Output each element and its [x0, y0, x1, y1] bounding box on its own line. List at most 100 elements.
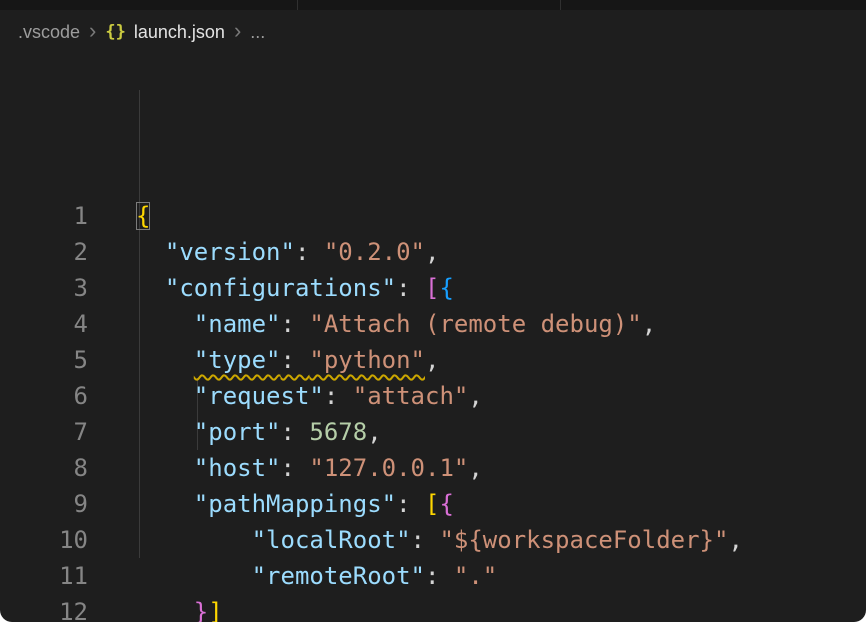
- json-braces-icon: {}: [105, 22, 125, 42]
- code-line-content: "remoteRoot": ".": [136, 558, 497, 594]
- breadcrumb-symbol-more[interactable]: ...: [250, 22, 265, 43]
- line-number[interactable]: 6: [0, 378, 88, 414]
- token-str: ".": [454, 562, 497, 590]
- code-line-content: "type": "python",: [136, 342, 439, 378]
- line-number[interactable]: 4: [0, 306, 88, 342]
- code-line-content: "port": 5678,: [136, 414, 382, 450]
- token-punct: ,: [367, 418, 381, 446]
- line-number[interactable]: 10: [0, 522, 88, 558]
- code-line-content: {: [136, 198, 150, 234]
- token-b1: ]: [208, 598, 222, 622]
- token-b3: {: [439, 274, 453, 302]
- breadcrumb-file[interactable]: launch.json: [134, 22, 225, 43]
- token-b1: {: [136, 202, 150, 230]
- token-sp: [136, 346, 194, 374]
- code-line[interactable]: 7 "port": 5678,: [0, 414, 866, 450]
- code-lines: 1{2 "version": "0.2.0",3 "configurations…: [0, 198, 866, 622]
- token-key: "request": [194, 382, 324, 410]
- chevron-right-icon: ›: [89, 20, 96, 42]
- token-str: "Attach (remote debug)": [309, 310, 641, 338]
- token-key: "remoteRoot": [252, 562, 425, 590]
- code-line[interactable]: 9 "pathMappings": [{: [0, 486, 866, 522]
- tab-bar: [0, 0, 866, 10]
- line-number[interactable]: 7: [0, 414, 88, 450]
- token-str: "0.2.0": [324, 238, 425, 266]
- line-number[interactable]: 9: [0, 486, 88, 522]
- token-punct: :: [281, 418, 310, 446]
- token-sp: [136, 310, 194, 338]
- token-sp: [136, 382, 194, 410]
- token-key: "pathMappings": [194, 490, 396, 518]
- code-line-content: }]: [136, 594, 223, 622]
- token-sp: [136, 238, 165, 266]
- token-punct: :: [425, 562, 454, 590]
- code-line[interactable]: 10 "localRoot": "${workspaceFolder}",: [0, 522, 866, 558]
- breadcrumb-folder[interactable]: .vscode: [18, 22, 80, 43]
- token-sp: [136, 598, 194, 622]
- token-str: "${workspaceFolder}": [439, 526, 728, 554]
- token-punct: :: [281, 310, 310, 338]
- token-punct: :: [324, 382, 353, 410]
- token-sp: [136, 526, 252, 554]
- token-str: "attach": [353, 382, 469, 410]
- code-line[interactable]: 6 "request": "attach",: [0, 378, 866, 414]
- line-number[interactable]: 12: [0, 594, 88, 622]
- token-punct: :: [295, 238, 324, 266]
- token-key: "host": [194, 454, 281, 482]
- token-sp: [136, 418, 194, 446]
- code-line[interactable]: 2 "version": "0.2.0",: [0, 234, 866, 270]
- token-b2: [: [425, 274, 439, 302]
- token-b1: [: [425, 490, 439, 518]
- line-number[interactable]: 5: [0, 342, 88, 378]
- token-punct: :: [281, 454, 310, 482]
- tab-separator: [560, 0, 561, 10]
- line-number[interactable]: 1: [0, 198, 88, 234]
- code-line-content: "name": "Attach (remote debug)",: [136, 306, 656, 342]
- token-punct: ,: [468, 382, 482, 410]
- code-line[interactable]: 8 "host": "127.0.0.1",: [0, 450, 866, 486]
- token-key: "name": [194, 310, 281, 338]
- code-line-content: "version": "0.2.0",: [136, 234, 439, 270]
- token-key: "type": [194, 346, 281, 374]
- token-punct: ,: [425, 238, 439, 266]
- token-punct: ,: [425, 346, 439, 374]
- token-sp: [136, 454, 194, 482]
- code-editor[interactable]: 1{2 "version": "0.2.0",3 "configurations…: [0, 54, 866, 622]
- token-punct: :: [396, 490, 425, 518]
- code-line[interactable]: 5 "type": "python",: [0, 342, 866, 378]
- token-punct: :: [411, 526, 440, 554]
- code-line[interactable]: 4 "name": "Attach (remote debug)",: [0, 306, 866, 342]
- code-line[interactable]: 3 "configurations": [{: [0, 270, 866, 306]
- code-line-content: "configurations": [{: [136, 270, 454, 306]
- token-punct: :: [396, 274, 425, 302]
- code-line[interactable]: 12 }]: [0, 594, 866, 622]
- breadcrumb: .vscode › {} launch.json › ...: [0, 10, 866, 54]
- token-num: 5678: [309, 418, 367, 446]
- token-sp: [136, 274, 165, 302]
- code-line-content: "request": "attach",: [136, 378, 483, 414]
- token-sp: [136, 562, 252, 590]
- tab-separator: [297, 0, 298, 10]
- code-line[interactable]: 11 "remoteRoot": ".": [0, 558, 866, 594]
- token-punct: ,: [468, 454, 482, 482]
- line-number[interactable]: 8: [0, 450, 88, 486]
- vscode-editor-window: .vscode › {} launch.json › ... 1{2 "vers…: [0, 0, 866, 622]
- code-line-content: "pathMappings": [{: [136, 486, 454, 522]
- chevron-right-icon: ›: [234, 20, 241, 42]
- token-key: "version": [165, 238, 295, 266]
- token-key: "port": [194, 418, 281, 446]
- code-line-content: "localRoot": "${workspaceFolder}",: [136, 522, 743, 558]
- token-punct: :: [281, 346, 310, 374]
- token-str: "python": [309, 346, 425, 374]
- token-sp: [136, 490, 194, 518]
- line-number[interactable]: 11: [0, 558, 88, 594]
- line-number[interactable]: 3: [0, 270, 88, 306]
- token-key: "configurations": [165, 274, 396, 302]
- code-line[interactable]: 1{: [0, 198, 866, 234]
- line-number[interactable]: 2: [0, 234, 88, 270]
- token-punct: ,: [642, 310, 656, 338]
- token-str: "127.0.0.1": [309, 454, 468, 482]
- token-b2: }: [194, 598, 208, 622]
- token-key: "localRoot": [252, 526, 411, 554]
- token-punct: ,: [728, 526, 742, 554]
